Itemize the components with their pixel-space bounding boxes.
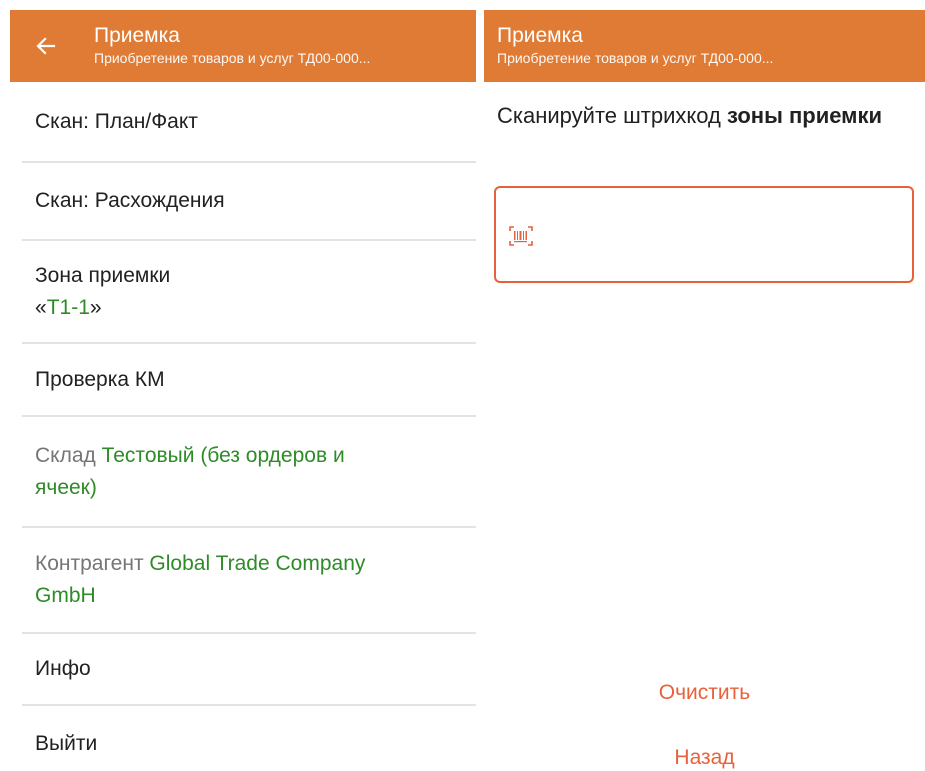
warehouse-value-cont: ячеек) [35,475,97,499]
menu-item-label: Выйти [35,732,98,755]
counterparty-info: Контрагент Global Trade Company GmbH [22,528,476,634]
page-subtitle: Приобретение товаров и услуг ТД00-000... [497,50,774,66]
clear-button[interactable]: Очистить [484,681,925,705]
menu-item-label: Скан: Расхождения [35,189,225,212]
arrow-left-icon [36,37,56,55]
menu-item-label: Скан: План/Факт [35,109,198,133]
counterparty-label: Контрагент [35,552,150,575]
menu-item-receiving-zone[interactable]: Зона приемки «Т1-1» [22,241,476,344]
barcode-input[interactable] [494,186,914,283]
action-menu: Скан: План/Факт Скан: Расхождения Зона п… [10,82,476,771]
menu-item-label: Инфо [35,657,91,680]
quote-open: « [35,295,47,319]
page-subtitle: Приобретение товаров и услуг ТД00-000... [94,50,371,66]
counterparty-value-cont: GmbH [35,584,96,607]
menu-item-exit[interactable]: Выйти [22,706,476,771]
warehouse-line-1: Склад Тестовый (без ордеров и [35,440,472,472]
warehouse-value: Тестовый (без ордеров и [101,443,345,467]
back-link-button[interactable]: Назад [484,746,925,770]
zone-value-line: «Т1-1» [35,292,472,324]
counterparty-value: Global Trade Company [149,552,366,575]
counterparty-line-1: Контрагент Global Trade Company [35,548,472,580]
page-title: Приемка [497,24,583,47]
prompt-bold: зоны приемки [726,103,882,128]
menu-item-scan-plan-fact[interactable]: Скан: План/Факт [22,82,476,163]
scan-prompt: Сканируйте штрихкод зоны приемки [484,82,925,132]
right-screen: Приемка Приобретение товаров и услуг ТД0… [484,10,925,771]
quote-close: » [89,295,102,319]
menu-item-label: Проверка КМ [35,367,165,391]
app-bar: Приемка Приобретение товаров и услуг ТД0… [10,10,476,82]
prompt-text: Сканируйте штрихкод [497,103,727,128]
left-screen: Приемка Приобретение товаров и услуг ТД0… [10,10,476,771]
menu-item-scan-discrepancies[interactable]: Скан: Расхождения [22,163,476,241]
barcode-scan-icon [509,226,533,246]
menu-item-info[interactable]: Инфо [22,634,476,706]
menu-item-label: Зона приемки [35,263,171,287]
warehouse-label: Склад [35,443,102,467]
zone-value: Т1-1 [46,295,90,319]
warehouse-info: Склад Тестовый (без ордеров и ячеек) [22,417,476,528]
back-button[interactable] [24,24,68,68]
menu-item-km-check[interactable]: Проверка КМ [22,344,476,417]
app-bar: Приемка Приобретение товаров и услуг ТД0… [484,10,925,82]
page-title: Приемка [94,24,180,47]
